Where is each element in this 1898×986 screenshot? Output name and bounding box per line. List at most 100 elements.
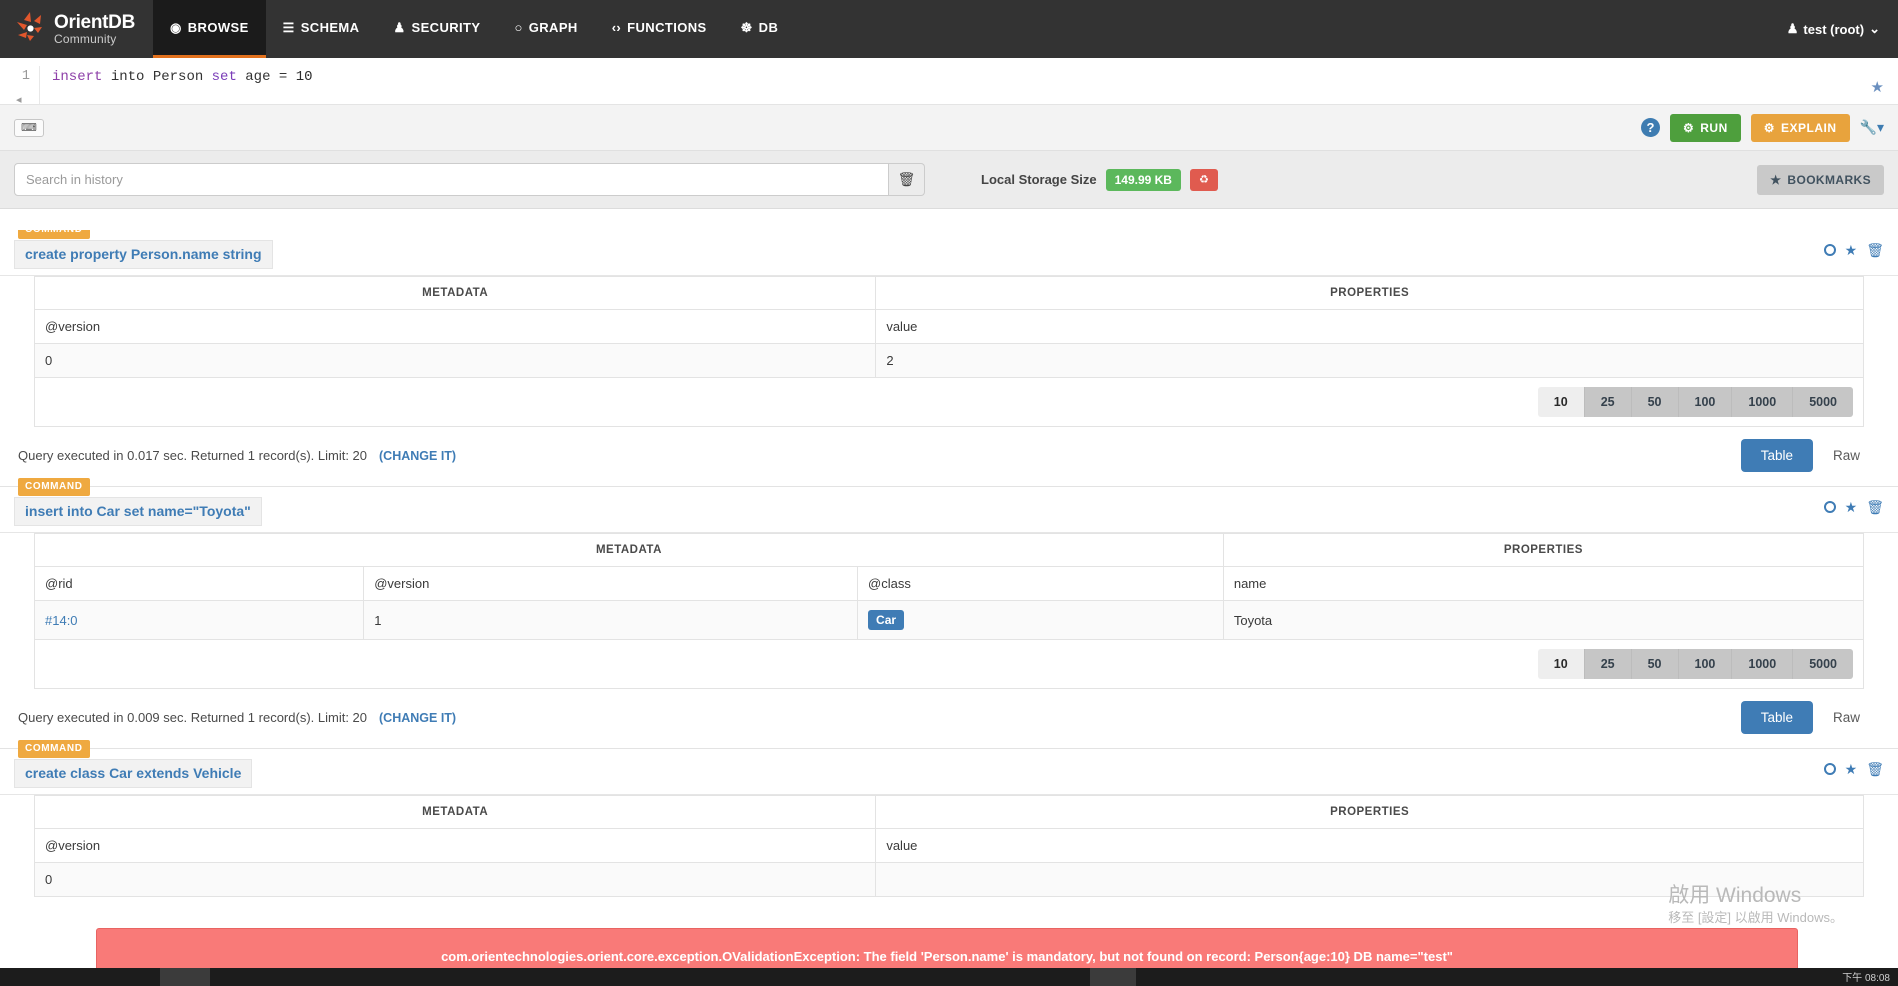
nav-item-db[interactable]: ☸ DB xyxy=(724,0,796,58)
column-header-value: value xyxy=(875,828,1864,863)
page-size-1000[interactable]: 1000 xyxy=(1732,649,1794,679)
query-editor[interactable]: 1 insert into Person set age = 10 xyxy=(0,58,1898,104)
pager-cell: 10 25 50 100 1000 5000 xyxy=(34,377,1864,427)
run-button[interactable]: ⚙ RUN xyxy=(1669,113,1741,142)
circle-reload-icon[interactable] xyxy=(1823,243,1836,259)
collapse-arrow-icon[interactable]: ◂ xyxy=(16,93,22,106)
nav-item-graph[interactable]: ○ GRAPH xyxy=(497,0,594,58)
circle-reload-icon[interactable] xyxy=(1823,500,1836,516)
page-size-pager: 10 25 50 100 1000 5000 xyxy=(45,387,1853,417)
table-row: 0 2 xyxy=(33,343,1864,378)
trash-icon: 🗑 xyxy=(897,171,916,187)
user-menu[interactable]: ♟ test (root) ⌄ xyxy=(1787,0,1898,58)
os-taskbar: 下午 08:08 xyxy=(0,968,1898,986)
trash-icon[interactable]: 🗑 xyxy=(1866,242,1884,259)
star-icon[interactable]: ★ xyxy=(1845,499,1858,516)
local-storage-size-badge: 149.99 KB xyxy=(1105,168,1181,191)
page-size-50[interactable]: 50 xyxy=(1631,387,1679,417)
table-pager-row: 10 25 50 100 1000 5000 xyxy=(34,377,1864,427)
result-table: METADATA PROPERTIES @version value 0 2 1… xyxy=(33,276,1864,427)
user-lock-icon: ♟ xyxy=(393,19,406,35)
wrench-dropdown-icon[interactable]: 🔧▾ xyxy=(1860,119,1884,136)
view-tab-raw[interactable]: Raw xyxy=(1812,701,1880,734)
star-icon[interactable]: ★ xyxy=(1871,78,1884,96)
result-table: METADATA PROPERTIES @version value 0 xyxy=(33,795,1864,897)
page-size-5000[interactable]: 5000 xyxy=(1793,649,1853,679)
taskbar-item-1[interactable] xyxy=(160,968,210,986)
taskbar-item-2[interactable] xyxy=(1090,968,1136,986)
nav-item-browse[interactable]: ◉ BROWSE xyxy=(153,0,266,58)
result-card-footer: Query executed in 0.009 sec. Returned 1 … xyxy=(0,689,1898,749)
card-action-icons: ★ 🗑 xyxy=(1823,242,1884,259)
cell-rid: #14:0 xyxy=(33,600,365,640)
rid-link[interactable]: #14:0 xyxy=(45,613,78,628)
search-input[interactable] xyxy=(14,163,889,196)
page-size-1000[interactable]: 1000 xyxy=(1732,387,1794,417)
result-table-wrap: METADATA PROPERTIES @version value 0 2 1… xyxy=(0,276,1898,427)
star-icon[interactable]: ★ xyxy=(1845,761,1858,778)
class-badge[interactable]: Car xyxy=(868,610,905,630)
sql-token-age: age = xyxy=(236,69,296,85)
table-group-header-row: METADATA PROPERTIES xyxy=(33,276,1864,310)
top-navbar: OrientDB Community ◉ BROWSE ☰ SCHEMA ♟ S… xyxy=(0,0,1898,58)
circle-reload-icon[interactable] xyxy=(1823,762,1836,778)
execution-status: Query executed in 0.017 sec. Returned 1 … xyxy=(18,448,368,463)
page-size-5000[interactable]: 5000 xyxy=(1793,387,1853,417)
cell-version: 0 xyxy=(33,343,877,378)
code-icon: ‹› xyxy=(611,20,622,35)
nav-label-db: DB xyxy=(758,20,779,35)
user-icon: ♟ xyxy=(1786,21,1799,36)
bookmarks-button[interactable]: ★ BOOKMARKS xyxy=(1757,164,1884,195)
editor-code-line[interactable]: insert into Person set age = 10 xyxy=(40,66,1898,104)
star-icon[interactable]: ★ xyxy=(1845,242,1858,259)
nav-item-functions[interactable]: ‹› FUNCTIONS xyxy=(595,0,724,58)
page-size-10[interactable]: 10 xyxy=(1537,387,1585,417)
clear-history-button[interactable]: 🗑 xyxy=(889,163,925,196)
brand-logo-area[interactable]: OrientDB Community xyxy=(0,0,153,58)
keyboard-shortcuts-button[interactable]: ⌨ xyxy=(14,118,44,137)
page-size-10[interactable]: 10 xyxy=(1537,649,1585,679)
local-storage-label: Local Storage Size xyxy=(981,172,1097,187)
change-limit-link[interactable]: (CHANGE IT) xyxy=(379,449,456,463)
result-card-header: COMMAND insert into Car set name="Toyota… xyxy=(0,478,1898,533)
gears-icon: ⚙ xyxy=(1763,120,1776,135)
view-tab-table[interactable]: Table xyxy=(1740,701,1813,734)
result-card: COMMAND create property Person.name stri… xyxy=(0,230,1898,487)
change-limit-link[interactable]: (CHANGE IT) xyxy=(379,711,456,725)
page-size-25[interactable]: 25 xyxy=(1584,649,1632,679)
card-query-text[interactable]: create property Person.name string xyxy=(14,240,273,269)
group-header-metadata: METADATA xyxy=(33,276,877,310)
column-header-name: name xyxy=(1222,566,1865,601)
nav-item-schema[interactable]: ☰ SCHEMA xyxy=(266,0,377,58)
page-size-100[interactable]: 100 xyxy=(1678,387,1733,417)
group-header-properties: PROPERTIES xyxy=(875,795,1864,829)
clear-storage-button[interactable]: ♻ xyxy=(1189,168,1218,191)
page-size-25[interactable]: 25 xyxy=(1584,387,1632,417)
result-card-header: COMMAND create class Car extends Vehicle… xyxy=(0,740,1898,795)
command-badge: COMMAND xyxy=(18,478,90,496)
result-table-wrap: METADATA PROPERTIES @rid @version @class… xyxy=(0,533,1898,689)
card-query-text[interactable]: create class Car extends Vehicle xyxy=(14,759,253,788)
nav-item-security[interactable]: ♟ SECURITY xyxy=(376,0,497,58)
help-icon[interactable]: ? xyxy=(1640,118,1660,137)
table-column-header-row: @version value xyxy=(33,828,1864,863)
local-storage-group: Local Storage Size 149.99 KB ♻ xyxy=(981,168,1218,191)
column-header-rid: @rid xyxy=(33,566,365,601)
explain-button[interactable]: ⚙ EXPLAIN xyxy=(1750,113,1850,142)
bookmarks-button-label: BOOKMARKS xyxy=(1787,172,1871,187)
view-tab-table[interactable]: Table xyxy=(1740,439,1813,472)
page-size-100[interactable]: 100 xyxy=(1678,649,1733,679)
execution-status: Query executed in 0.009 sec. Returned 1 … xyxy=(18,710,368,725)
trash-icon[interactable]: 🗑 xyxy=(1866,761,1884,778)
cell-value: 2 xyxy=(875,343,1864,378)
nav-label-graph: GRAPH xyxy=(528,20,578,35)
column-header-value: value xyxy=(875,309,1864,344)
card-query-text[interactable]: insert into Car set name="Toyota" xyxy=(14,497,262,526)
page-size-group: 10 25 50 100 1000 5000 xyxy=(1537,387,1853,417)
page-size-50[interactable]: 50 xyxy=(1631,649,1679,679)
view-tab-raw[interactable]: Raw xyxy=(1812,439,1880,472)
result-table: METADATA PROPERTIES @rid @version @class… xyxy=(33,533,1865,689)
table-group-header-row: METADATA PROPERTIES xyxy=(33,795,1864,829)
trash-icon[interactable]: 🗑 xyxy=(1866,499,1884,516)
sql-token-insert: insert xyxy=(52,69,103,85)
